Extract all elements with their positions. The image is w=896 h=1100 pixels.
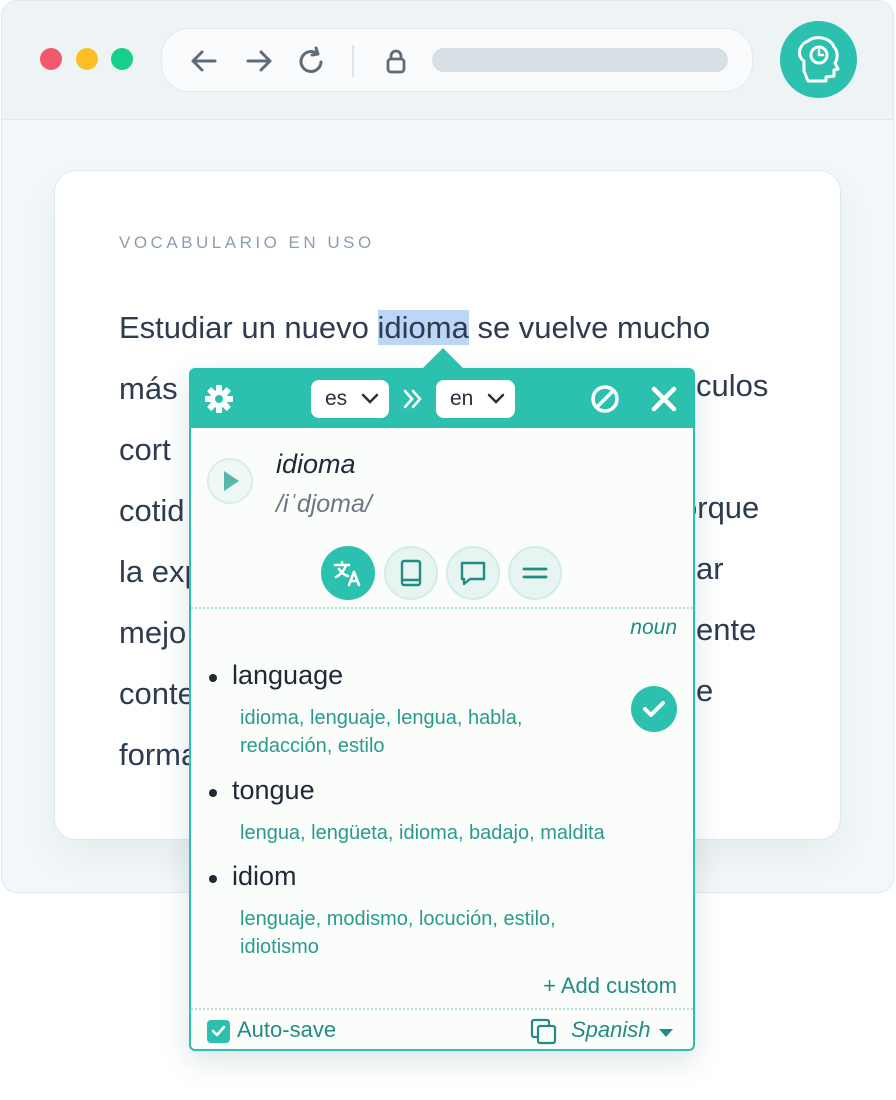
address-separator xyxy=(352,45,354,77)
target-language-value: en xyxy=(450,387,474,410)
paragraph-text: cort xyxy=(119,432,171,467)
highlighted-word[interactable]: idioma xyxy=(377,310,469,345)
translate-icon xyxy=(333,560,361,587)
article-eyebrow: VOCABULARIO EN USO xyxy=(119,233,375,252)
tab-dictionary[interactable] xyxy=(384,546,438,600)
sense-word[interactable]: idiom xyxy=(232,861,297,892)
popup-header: es en xyxy=(191,370,693,428)
target-language-select[interactable]: en xyxy=(436,380,515,418)
bullet xyxy=(209,875,217,883)
sense-synonyms: lenguaje, modismo, locución, estilo, idi… xyxy=(240,908,556,958)
language-menu[interactable]: Spanish xyxy=(571,1017,651,1043)
window-maximize-dot[interactable] xyxy=(111,48,133,70)
tab-translate[interactable] xyxy=(321,546,375,600)
arrow-right-icon[interactable] xyxy=(243,45,275,77)
sense-word[interactable]: language xyxy=(232,660,343,691)
checkmark-icon xyxy=(643,701,665,717)
paragraph-text: conte xyxy=(119,676,195,711)
paragraph-text: se vuelve mucho xyxy=(468,310,711,345)
phonetic-transcription: /iˈdjoma/ xyxy=(276,490,372,518)
equals-icon xyxy=(522,567,548,579)
paragraph-text: Estudiar un nuevo xyxy=(119,310,378,345)
ban-icon[interactable] xyxy=(589,383,621,420)
popup-footer: Auto-save Spanish xyxy=(191,1011,693,1049)
brain-clock-icon xyxy=(798,36,840,83)
tab-synonyms[interactable] xyxy=(508,546,562,600)
source-language-select[interactable]: es xyxy=(311,380,389,418)
bullet xyxy=(209,789,217,797)
extension-button[interactable] xyxy=(780,21,857,98)
speech-bubble-icon xyxy=(460,561,486,586)
popup-caret xyxy=(421,348,465,370)
auto-save-checkbox[interactable] xyxy=(207,1020,230,1043)
sense-synonyms: idioma, lenguaje, lengua, habla, redacci… xyxy=(240,707,523,757)
bullet xyxy=(209,674,217,682)
close-icon[interactable] xyxy=(649,384,679,419)
window-minimize-dot[interactable] xyxy=(76,48,98,70)
browser-toolbar xyxy=(2,1,893,120)
play-icon xyxy=(224,471,239,491)
checkmark-icon xyxy=(211,1025,226,1037)
address-bar[interactable] xyxy=(161,28,753,92)
headword: idioma xyxy=(276,449,356,479)
lock-icon xyxy=(380,45,412,77)
paragraph-text: mejo xyxy=(119,615,187,650)
paragraph-text: más xyxy=(119,371,178,406)
sense-synonyms: lengua, lengüeta, idioma, badajo, maldit… xyxy=(240,822,605,844)
gear-icon[interactable] xyxy=(203,383,235,420)
sense-word[interactable]: tongue xyxy=(232,775,315,806)
chevron-down-icon xyxy=(487,393,505,404)
saved-check-button[interactable] xyxy=(631,686,677,732)
chevron-down-icon xyxy=(361,393,379,404)
add-custom-link[interactable]: + Add custom xyxy=(543,973,677,999)
caret-down-icon[interactable] xyxy=(659,1029,673,1037)
copy-icon[interactable] xyxy=(529,1017,559,1052)
part-of-speech: noun xyxy=(630,616,677,639)
popup-divider xyxy=(191,607,693,609)
footer-divider xyxy=(191,1008,693,1010)
book-icon xyxy=(400,559,422,587)
paragraph-text: forma xyxy=(119,737,199,772)
auto-save-label[interactable]: Auto-save xyxy=(237,1017,336,1043)
arrow-left-icon[interactable] xyxy=(188,45,220,77)
url-placeholder-bar[interactable] xyxy=(432,48,728,72)
tab-examples[interactable] xyxy=(446,546,500,600)
reload-icon[interactable] xyxy=(296,45,328,77)
paragraph-text: cotid xyxy=(119,493,185,528)
window-close-dot[interactable] xyxy=(40,48,62,70)
play-audio-button[interactable] xyxy=(207,458,253,504)
translation-popup: es en idioma /iˈdjoma/ noun language idi… xyxy=(189,348,695,1051)
double-chevron-right-icon[interactable] xyxy=(401,388,425,415)
source-language-value: es xyxy=(325,387,348,410)
